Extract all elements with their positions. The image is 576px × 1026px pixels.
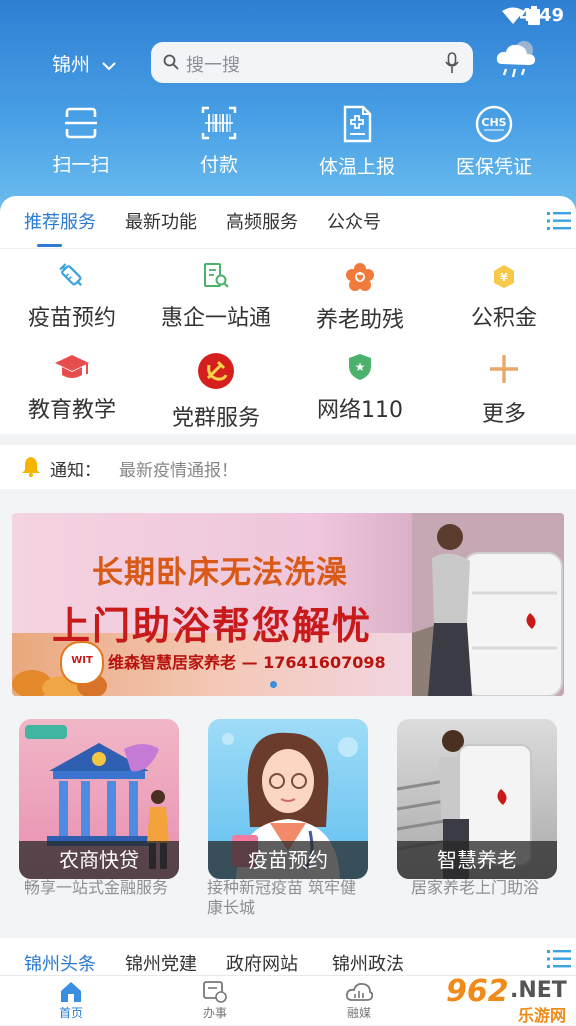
service-more[interactable]: 更多: [434, 352, 574, 428]
quick-action-temperature[interactable]: 体温上报: [307, 105, 407, 179]
service-police-110[interactable]: ★ 网络110: [290, 352, 430, 424]
app-card-title: 疫苗预约: [208, 841, 368, 879]
app-card-desc: 居家养老上门助浴: [411, 878, 540, 897]
elderly-care-icon: ♥: [346, 263, 374, 291]
notice-bar[interactable]: 通知： 最新疫情通报！: [0, 445, 576, 489]
divider: [0, 248, 576, 249]
svg-text:★: ★: [355, 360, 366, 374]
tab-recommended[interactable]: 推荐服务: [24, 208, 96, 234]
app-card-title: 智慧养老: [397, 841, 557, 879]
nav-media[interactable]: 融媒: [314, 976, 404, 1021]
fund-icon: ¥: [494, 265, 514, 288]
plus-icon: [490, 355, 518, 383]
watermark-net: .NET: [510, 978, 567, 1003]
quick-action-label: 医保凭证: [455, 156, 532, 178]
app-card-vaccine[interactable]: 疫苗预约: [208, 719, 368, 879]
service-enterprise[interactable]: 惠企一站通: [146, 262, 286, 332]
quick-action-insurance[interactable]: CHS 医保凭证: [444, 105, 544, 179]
medical-document-icon: [343, 105, 372, 143]
quick-action-label: 体温上报: [318, 156, 395, 178]
search-icon: [163, 54, 179, 70]
app-card-desc: 畅享一站式金融服务: [24, 878, 169, 897]
menu-list-icon[interactable]: [547, 210, 571, 232]
chevron-down-icon: [102, 61, 116, 70]
service-label: 惠企一站通: [160, 306, 271, 331]
barcode-pay-icon: [201, 106, 237, 140]
cloud-media-icon: [345, 982, 373, 1001]
service-vaccine[interactable]: 疫苗预约: [2, 262, 142, 332]
nav-affairs[interactable]: 办事: [170, 976, 260, 1021]
quick-action-scan[interactable]: 扫一扫: [31, 105, 131, 177]
notice-label: 通知：: [50, 461, 101, 481]
service-label: 疫苗预约: [27, 306, 116, 331]
active-tab-indicator: [37, 244, 62, 247]
status-time: 4:49: [519, 5, 564, 26]
service-label: 公积金: [470, 306, 537, 331]
svg-text:CHS: CHS: [481, 116, 506, 129]
logo-text: WIT: [71, 655, 93, 666]
quick-action-pay[interactable]: 付款: [169, 105, 269, 177]
service-elderly-care[interactable]: ♥ 养老助残: [290, 262, 430, 334]
app-card-smart-elderly[interactable]: 智慧养老: [397, 719, 557, 879]
nav-label: 首页: [58, 1006, 83, 1020]
search-input[interactable]: 搜一搜: [151, 42, 473, 83]
home-icon: [61, 982, 81, 1002]
bell-icon: [22, 457, 40, 477]
service-tabs: 推荐服务 最新功能 高频服务 公众号: [0, 196, 576, 248]
tab-jinzhou-party[interactable]: 锦州党建: [125, 950, 197, 976]
affairs-icon: [203, 981, 227, 1003]
app-card-title: 农商快贷: [19, 841, 179, 879]
company-logo: WIT: [60, 641, 104, 685]
nav-home[interactable]: 首页: [26, 976, 116, 1021]
svg-text:¥: ¥: [500, 271, 508, 284]
scan-icon: [65, 107, 97, 139]
banner-photo-woman-carrier: [412, 513, 564, 696]
banner-company: 维森智慧居家养老 — 17641607098: [108, 653, 386, 672]
tab-government-site[interactable]: 政府网站: [226, 950, 298, 976]
city-label: 锦州: [52, 54, 91, 76]
menu-list-icon[interactable]: [547, 948, 571, 970]
service-party[interactable]: 党群服务: [146, 352, 286, 432]
weather-rain-icon[interactable]: [494, 38, 540, 80]
watermark-site-name: 乐游网: [518, 1006, 567, 1025]
enterprise-search-icon: [204, 263, 229, 288]
tab-jinzhou-law[interactable]: 锦州政法: [332, 950, 404, 976]
svg-text:♥: ♥: [356, 274, 364, 284]
service-label: 养老助残: [315, 308, 404, 333]
status-bar: 4:49: [0, 0, 576, 30]
police-shield-icon: ★: [349, 354, 371, 380]
tab-jinzhou-headlines[interactable]: 锦州头条: [24, 950, 96, 976]
promo-banner[interactable]: 长期卧床无法洗澡 上门助浴帮您解忧 WIT 维森智慧居家养老 — 1764160…: [12, 513, 564, 696]
app-card-loan[interactable]: 农商快贷: [19, 719, 179, 879]
party-emblem-icon: [198, 353, 234, 389]
tab-latest[interactable]: 最新功能: [125, 208, 197, 234]
service-label: 网络110: [317, 398, 403, 423]
app-card-desc: 接种新冠疫苗 筑牢健康长城: [207, 878, 357, 917]
watermark: 962 .NET 乐游网: [438, 972, 576, 1025]
banner-headline-2: 上门助浴帮您解忧: [52, 604, 373, 648]
quick-action-label: 付款: [199, 154, 238, 176]
service-education[interactable]: 教育教学: [2, 352, 142, 424]
quick-action-label: 扫一扫: [52, 154, 110, 176]
nav-label: 融媒: [346, 1006, 371, 1020]
tab-official-accounts[interactable]: 公众号: [327, 208, 381, 234]
city-selector[interactable]: 锦州: [52, 50, 116, 77]
service-housing-fund[interactable]: ¥ 公积金: [434, 262, 574, 332]
graduation-cap-icon: [55, 355, 89, 378]
microphone-icon[interactable]: [445, 52, 459, 74]
search-placeholder: 搜一搜: [186, 55, 240, 76]
service-label: 党群服务: [171, 406, 260, 431]
notice-text[interactable]: 最新疫情通报！: [119, 456, 238, 481]
carousel-dot-active[interactable]: [270, 681, 277, 688]
chs-insurance-icon: CHS: [475, 105, 513, 143]
tab-frequent[interactable]: 高频服务: [226, 208, 298, 234]
watermark-962: 962: [446, 974, 509, 1009]
nav-label: 办事: [202, 1006, 227, 1020]
service-label: 更多: [481, 402, 526, 427]
banner-headline-1: 长期卧床无法洗澡: [92, 555, 348, 591]
vaccine-icon: [59, 263, 82, 286]
service-label: 教育教学: [27, 398, 116, 423]
